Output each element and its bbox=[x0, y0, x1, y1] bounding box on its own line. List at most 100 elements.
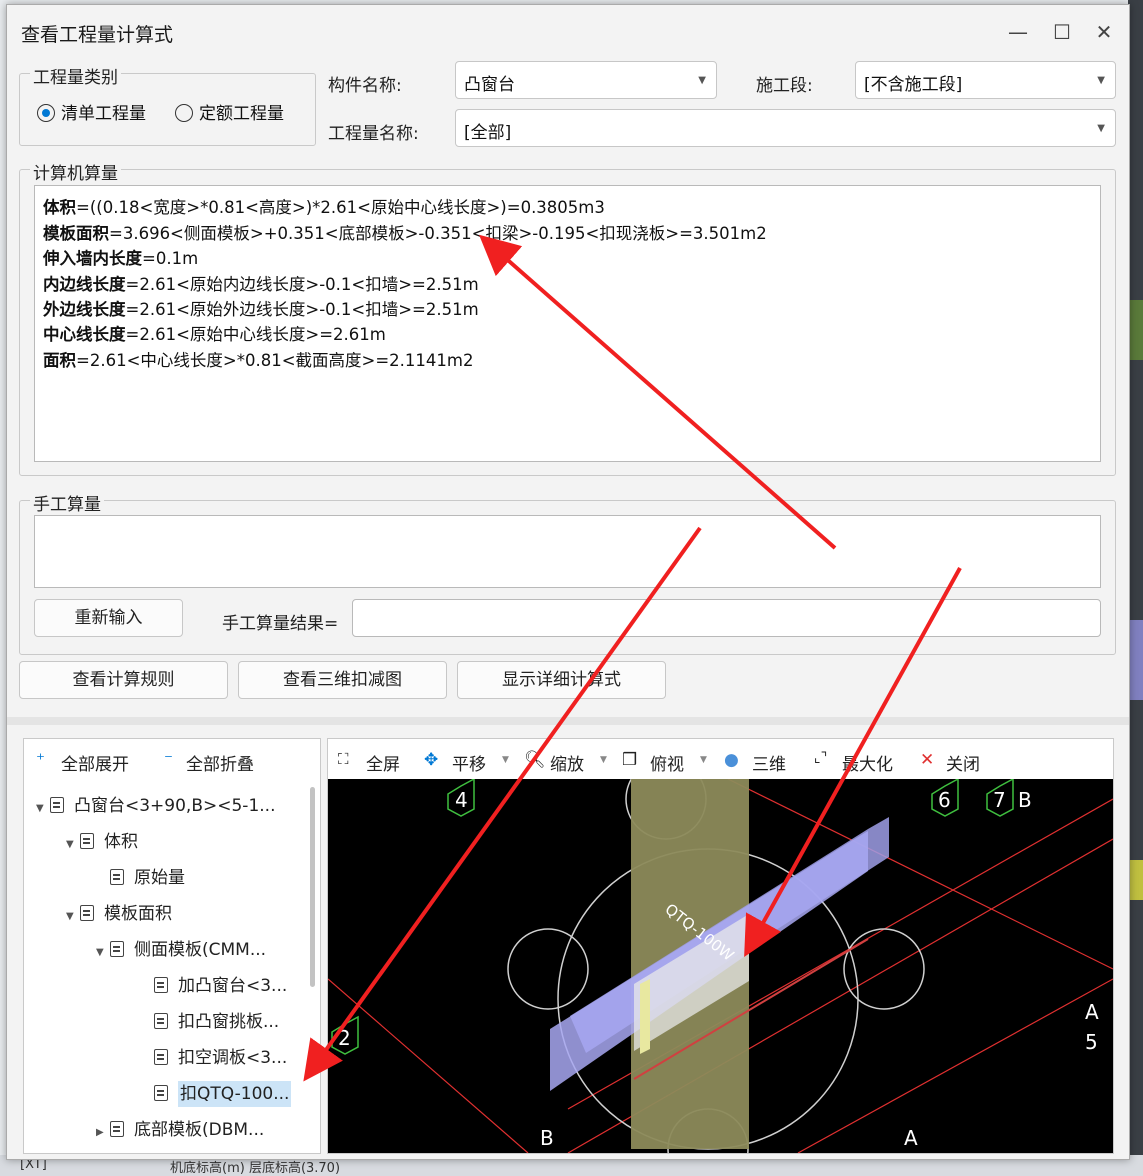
title-bar: 查看工程量计算式 — ☐ ✕ bbox=[7, 5, 1129, 57]
chevron-down-icon: ▼ bbox=[698, 75, 706, 86]
pan-button[interactable]: 平移 bbox=[452, 750, 486, 775]
document-icon bbox=[154, 977, 168, 993]
maximize-icon: ⌞⌝ bbox=[814, 750, 828, 766]
view-rules-button[interactable]: 查看计算规则 bbox=[19, 661, 228, 699]
deduction-view-panel: ⛶ 全屏 ✥ 平移 ▼ 🔍︎ 缩放 ▼ ❒ 俯视 ▼ ● 三维 ⌞⌝ 最大化 ✕… bbox=[327, 738, 1114, 1154]
tree-item[interactable]: ▶ 底部模板(DBM... bbox=[96, 1113, 264, 1147]
stage-select[interactable]: [不含施工段] ▼ bbox=[855, 61, 1116, 99]
calc-line-area: 面积=2.61<中心线长度>*0.81<截面高度>=2.1141m2 bbox=[43, 347, 473, 371]
tree-scrollbar[interactable] bbox=[310, 787, 315, 987]
quantity-name-select[interactable]: [全部] ▼ bbox=[455, 109, 1116, 147]
manual-calc-textbox[interactable] bbox=[34, 515, 1101, 588]
component-name-select[interactable]: 凸窗台 ▼ bbox=[455, 61, 717, 99]
tree-expand-icon[interactable]: ▼ bbox=[66, 828, 80, 862]
document-icon bbox=[80, 905, 94, 921]
three-d-button[interactable]: 三维 bbox=[752, 750, 786, 775]
component-name-label: 构件名称: bbox=[328, 76, 402, 96]
calc-line-name: 伸入墙内长度 bbox=[43, 249, 142, 268]
dialog-title: 查看工程量计算式 bbox=[21, 24, 174, 46]
document-icon bbox=[154, 1049, 168, 1065]
tree-item[interactable]: 扣空调板<3... bbox=[154, 1041, 287, 1075]
close-view-button[interactable]: 关闭 bbox=[946, 750, 980, 775]
tree-item-label: 加凸窗台<3... bbox=[178, 976, 288, 996]
component-name-value: 凸窗台 bbox=[464, 75, 515, 95]
computer-calc-legend: 计算机算量 bbox=[30, 159, 121, 184]
calc-line-expr: =3.696<侧面模板>+0.351<底部模板>-0.351<扣梁>-0.195… bbox=[109, 224, 767, 243]
chevron-down-icon[interactable]: ▼ bbox=[700, 755, 707, 765]
close-icon: ✕ bbox=[920, 750, 935, 770]
calc-line-expr: =((0.18<宽度>*0.81<高度>)*2.61<原始中心线长度>)=0.3… bbox=[76, 198, 605, 217]
chevron-down-icon[interactable]: ▼ bbox=[600, 755, 607, 765]
tree-item[interactable]: 原始量 bbox=[110, 861, 185, 895]
axis-label-5: 5 bbox=[1085, 1030, 1098, 1054]
tree-item-label: 底部模板(DBM... bbox=[134, 1120, 265, 1140]
chevron-down-icon: ▼ bbox=[1097, 123, 1105, 134]
calc-formula-dialog: 查看工程量计算式 — ☐ ✕ 工程量类别 清单工程量 定额工程量 构件名称: 凸… bbox=[6, 4, 1130, 1160]
tree-item-label: 模板面积 bbox=[104, 904, 172, 924]
document-icon bbox=[80, 833, 94, 849]
radio-quota-label: 定额工程量 bbox=[199, 104, 284, 124]
expand-all-button[interactable]: 全部展开 bbox=[61, 750, 129, 775]
calc-line-expr: =2.61<原始外边线长度>-0.1<扣墙>=2.51m bbox=[125, 300, 479, 319]
axis-label-b-bottom: B bbox=[540, 1126, 554, 1150]
collapse-all-button[interactable]: 全部折叠 bbox=[186, 750, 254, 775]
calc-line-expr: =2.61<原始内边线长度>-0.1<扣墙>=2.51m bbox=[125, 275, 479, 294]
tree-item[interactable]: 加凸窗台<3... bbox=[154, 969, 287, 1003]
deduction-3d-canvas[interactable]: QTQ-100W 4 6 7 B A 5 2 B A bbox=[328, 779, 1113, 1153]
top-view-button[interactable]: 俯视 bbox=[650, 750, 684, 775]
calc-line-inner-length: 内边线长度=2.61<原始内边线长度>-0.1<扣墙>=2.51m bbox=[43, 271, 479, 295]
tree-item[interactable]: 扣凸窗挑板... bbox=[154, 1005, 279, 1039]
calc-line-volume: 体积=((0.18<宽度>*0.81<高度>)*2.61<原始中心线长度>)=0… bbox=[43, 194, 605, 218]
maximize-button[interactable]: ☐ bbox=[1047, 17, 1077, 47]
calc-line-formwork: 模板面积=3.696<侧面模板>+0.351<底部模板>-0.351<扣梁>-0… bbox=[43, 220, 767, 244]
calc-line-name: 外边线长度 bbox=[43, 300, 126, 319]
view-3d-deduct-button[interactable]: 查看三维扣减图 bbox=[238, 661, 447, 699]
tree-toolbar: ⁺ 全部展开 ⁻ 全部折叠 bbox=[24, 739, 320, 779]
axis-label-2: 2 bbox=[338, 1026, 351, 1050]
tree-item-label: 扣空调板<3... bbox=[178, 1048, 288, 1068]
document-icon bbox=[154, 1085, 168, 1101]
cube-icon: ❒ bbox=[622, 750, 638, 770]
chevron-down-icon[interactable]: ▼ bbox=[502, 755, 509, 765]
expand-all-icon: ⁺ bbox=[36, 750, 45, 770]
radio-quota-quantity[interactable]: 定额工程量 bbox=[175, 99, 284, 124]
calc-line-expr: =0.1m bbox=[142, 249, 199, 268]
manual-result-input[interactable] bbox=[352, 599, 1101, 637]
tree-item-label: 扣QTQ-100... bbox=[178, 1081, 292, 1107]
fullscreen-button[interactable]: 全屏 bbox=[366, 750, 400, 775]
tree-item-label: 体积 bbox=[104, 832, 138, 852]
section-separator bbox=[7, 717, 1129, 725]
wall-edge-element bbox=[640, 979, 650, 1054]
stage-label: 施工段: bbox=[756, 76, 813, 96]
tree-expand-icon[interactable]: ▼ bbox=[66, 900, 80, 934]
calc-line-name: 面积 bbox=[43, 351, 76, 370]
tree-item[interactable]: ▼ 侧面模板(CMM... bbox=[96, 933, 266, 967]
radio-bill-label: 清单工程量 bbox=[61, 104, 146, 124]
maximize-view-button[interactable]: 最大化 bbox=[842, 750, 893, 775]
fullscreen-icon: ⛶ bbox=[338, 750, 349, 768]
tree-expand-icon[interactable]: ▼ bbox=[36, 792, 50, 826]
close-button[interactable]: ✕ bbox=[1089, 17, 1119, 47]
calc-line-name: 模板面积 bbox=[43, 224, 109, 243]
minimize-button[interactable]: — bbox=[1003, 17, 1033, 47]
tree-item[interactable]: ▼ 凸窗台<3+90,B><5-1... bbox=[36, 789, 275, 823]
tree-item[interactable]: ▼ 体积 bbox=[66, 825, 138, 859]
computer-calc-textbox[interactable]: 体积=((0.18<宽度>*0.81<高度>)*2.61<原始中心线长度>)=0… bbox=[34, 185, 1101, 462]
tree-expand-icon[interactable]: ▶ bbox=[96, 1116, 110, 1150]
radio-bill-quantity[interactable]: 清单工程量 bbox=[37, 99, 146, 124]
sphere-icon: ● bbox=[724, 750, 739, 770]
axis-label-a-bottom: A bbox=[904, 1126, 918, 1150]
tree-item-selected[interactable]: 扣QTQ-100... bbox=[154, 1077, 292, 1111]
radio-unselected-icon bbox=[175, 104, 193, 122]
zoom-button[interactable]: 缩放 bbox=[550, 750, 584, 775]
axis-label-4: 4 bbox=[455, 788, 468, 812]
document-icon bbox=[110, 1121, 124, 1137]
pan-icon: ✥ bbox=[424, 750, 439, 770]
show-detail-button[interactable]: 显示详细计算式 bbox=[457, 661, 666, 699]
tree-expand-icon[interactable]: ▼ bbox=[96, 936, 110, 970]
tree-item[interactable]: ▼ 模板面积 bbox=[66, 897, 172, 931]
calc-line-outer-length: 外边线长度=2.61<原始外边线长度>-0.1<扣墙>=2.51m bbox=[43, 296, 479, 320]
calc-tree-panel: ⁺ 全部展开 ⁻ 全部折叠 ▼ 凸窗台<3+90,B><5-1... ▼ 体积 原始… bbox=[23, 738, 321, 1154]
reenter-button[interactable]: 重新输入 bbox=[34, 599, 183, 637]
calc-line-name: 体积 bbox=[43, 198, 76, 217]
